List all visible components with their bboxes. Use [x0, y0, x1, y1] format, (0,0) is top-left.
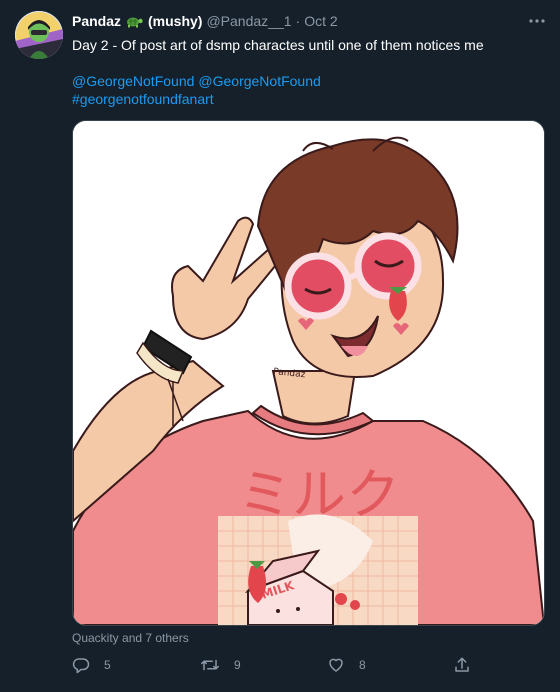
- hashtag-line: #georgenotfoundfanart: [72, 90, 542, 108]
- liked-by-text[interactable]: Quackity and 7 others: [72, 631, 189, 645]
- tweet-text: Day 2 - Of post art of dsmp charactes un…: [72, 36, 542, 108]
- author-avatar[interactable]: [15, 11, 63, 59]
- like-count: 8: [359, 658, 366, 672]
- like-icon: [329, 658, 343, 672]
- reply-icon: [72, 658, 90, 674]
- tweet-media-image[interactable]: ミルク MILK Pandaz: [72, 120, 545, 626]
- separator-dot: ·: [295, 13, 301, 29]
- retweet-count: 9: [234, 658, 241, 672]
- mentions-line: @GeorgeNotFound @GeorgeNotFound: [72, 72, 542, 90]
- author-handle[interactable]: @Pandaz__1: [206, 13, 291, 29]
- tweet: Pandaz (mushy) @Pandaz__1 · Oct 2 Day 2 …: [0, 0, 560, 692]
- author-name[interactable]: Pandaz: [72, 13, 121, 29]
- reply-button[interactable]: 5: [72, 654, 111, 676]
- share-icon: [455, 657, 469, 672]
- hashtag-link[interactable]: #georgenotfoundfanart: [72, 91, 214, 107]
- like-button[interactable]: 8: [327, 654, 366, 676]
- turtle-emoji-icon: [125, 14, 143, 28]
- retweet-icon: [201, 659, 219, 671]
- tweet-actions: 5 9 8: [72, 654, 472, 676]
- tweet-header: Pandaz (mushy) @Pandaz__1 · Oct 2: [72, 12, 520, 30]
- tweet-date[interactable]: Oct 2: [304, 13, 337, 29]
- share-button[interactable]: [453, 654, 485, 676]
- author-name-suffix[interactable]: (mushy): [148, 13, 202, 29]
- mention-link[interactable]: @GeorgeNotFound: [72, 73, 194, 89]
- more-options-icon[interactable]: [526, 10, 548, 32]
- shirt-japanese-text: ミルク: [238, 463, 400, 526]
- reply-count: 5: [104, 658, 111, 672]
- retweet-button[interactable]: 9: [200, 654, 241, 676]
- tweet-text-line: Day 2 - Of post art of dsmp charactes un…: [72, 37, 484, 53]
- mention-link[interactable]: @GeorgeNotFound: [198, 73, 320, 89]
